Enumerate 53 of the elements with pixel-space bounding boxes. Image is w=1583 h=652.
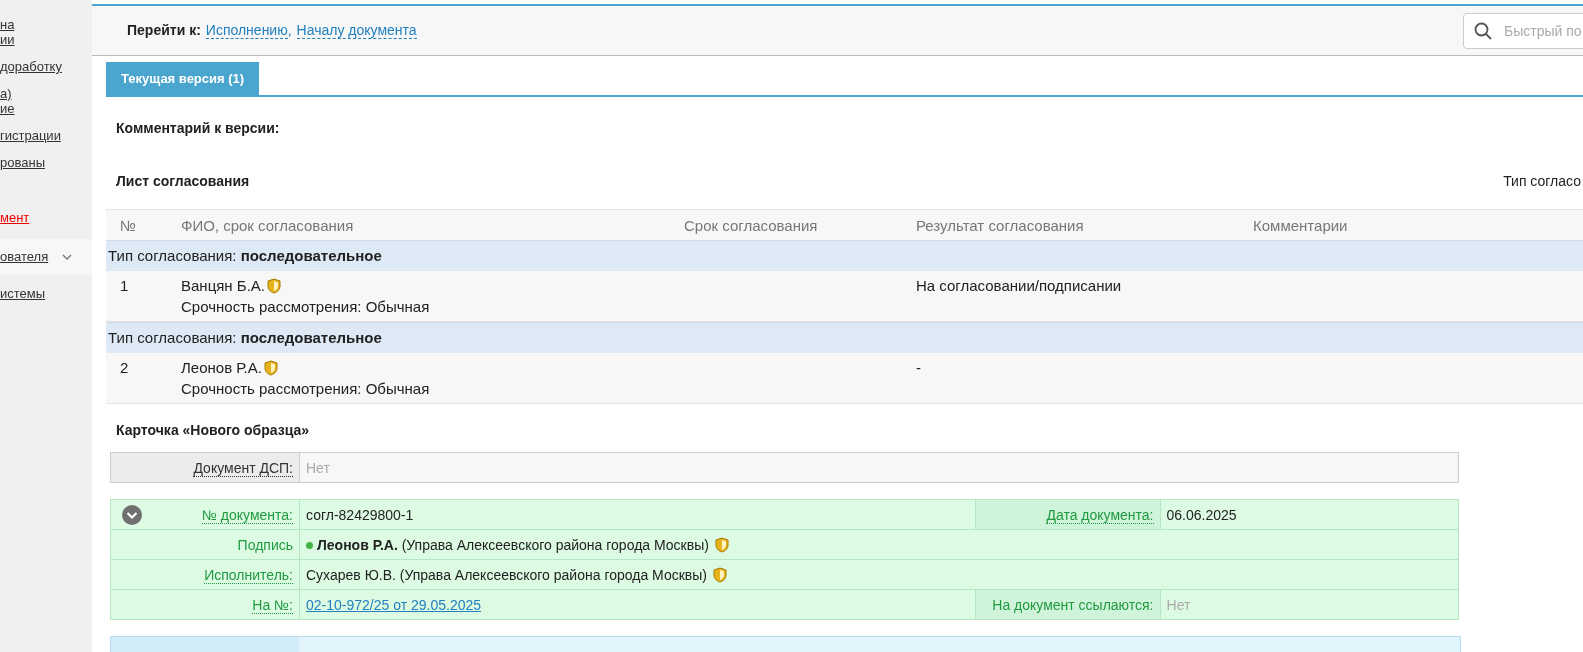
status-dot [306, 541, 313, 549]
field-label: На №: [252, 596, 293, 614]
group-label: Тип согласования: последовательное [108, 329, 382, 346]
search-icon [1474, 21, 1492, 40]
shield-icon [263, 359, 278, 376]
collapse-icon[interactable] [122, 505, 142, 525]
goto-link[interactable]: Исполнению [205, 22, 288, 39]
urgency-text: Срочность рассмотрения: Обычная [181, 379, 431, 399]
field-label: Исполнитель: [204, 566, 293, 584]
urgency-text: Срочность рассмотрения: Обычная [181, 297, 431, 317]
field-label: Подпись [237, 536, 293, 553]
group-label: Тип согласования: последовательное [108, 247, 382, 264]
field-value: Нет [1160, 589, 1459, 620]
document-link[interactable]: 02-10-972/25 от 29.05.2025 [306, 596, 482, 613]
column-header: Срок согласования [684, 216, 819, 234]
field-label: На документ ссылаются: [992, 596, 1154, 613]
sidebar-link[interactable]: на ии [0, 17, 15, 47]
field-label: Документ ДСП: [110, 452, 300, 483]
field-label: № документа: [201, 506, 293, 524]
field-label: Дата документа: [1046, 506, 1154, 524]
approver-name: Леонов Р.А. [181, 358, 262, 378]
column-header: ФИО, срок согласования [181, 216, 355, 234]
column-header: Комментарии [1253, 216, 1348, 234]
chevron-icon[interactable] [62, 253, 72, 260]
separator: , [287, 22, 292, 38]
shield-icon [712, 566, 727, 583]
field-value: Нет [299, 452, 1459, 483]
approver-name: Ванцян Б.А. [181, 276, 265, 296]
shield-icon [714, 537, 729, 554]
goto-link[interactable]: Началу документа [296, 22, 417, 39]
result-text: На согласовании/подписании [916, 276, 1123, 296]
sidebar-link[interactable]: рованы [0, 155, 45, 170]
sidebar-link[interactable]: а) ие [0, 86, 15, 116]
row-number: 1 [119, 276, 130, 296]
goto-label: Перейти к: [127, 22, 201, 38]
filter-label: Тип согласо [1503, 173, 1581, 189]
result-text: - [916, 358, 922, 378]
column-header: № [119, 216, 138, 234]
section-heading: Лист согласования [116, 173, 250, 189]
field-value: согл-82429800-1 [299, 499, 975, 530]
field-value: Сухарев Ю.В. (Управа Алексеевского района города Москвы) [306, 566, 707, 583]
sidebar-link[interactable]: мент [0, 210, 30, 225]
row-number: 2 [119, 358, 130, 378]
signer-text: Леонов Р.А. (Управа Алексеевского района города Москвы) [317, 537, 709, 554]
column-header: Результат согласования [916, 216, 1085, 234]
sidebar-link[interactable]: доработку [0, 59, 62, 74]
section-heading: Комментарий к версии: [116, 120, 281, 136]
shield-icon [267, 277, 281, 294]
sidebar-link[interactable]: истемы [0, 286, 46, 301]
section-heading: Карточка «Нового образца» [116, 422, 311, 438]
search-field[interactable]: Быстрый по [1463, 12, 1583, 49]
sidebar-link[interactable]: гистрации [0, 128, 61, 143]
field-value: 06.06.2025 [1160, 499, 1459, 530]
